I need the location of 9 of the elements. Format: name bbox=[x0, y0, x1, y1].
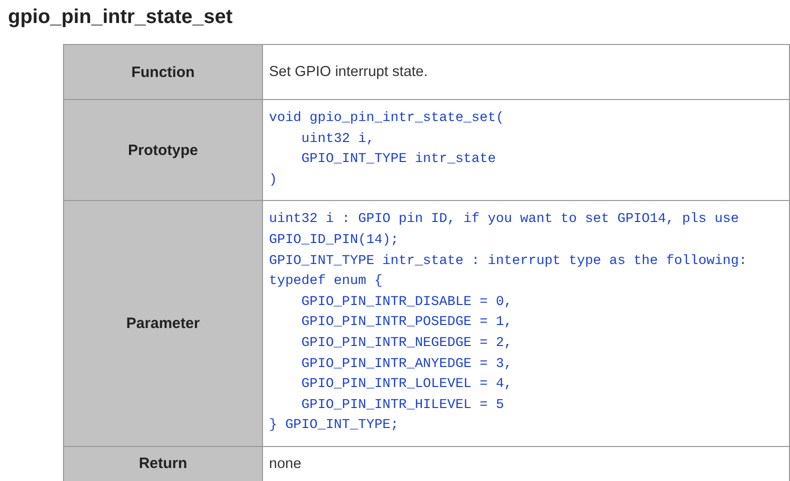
row-header: Function bbox=[64, 44, 262, 100]
code-text: void gpio_pin_intr_state_set( uint32 i, GPIO_INT_TYPE intr_state ) bbox=[269, 110, 505, 190]
description-text: none bbox=[269, 456, 302, 472]
function-heading: gpio_pin_intr_state_set bbox=[7, 5, 234, 30]
description-text: Set GPIO interrupt state. bbox=[269, 64, 428, 80]
row-header: Return bbox=[64, 446, 262, 481]
row-header: Parameter bbox=[64, 200, 262, 446]
code-text: uint32 i : GPIO pin ID, if you want to set GPIO14, pls use GPIO_ID_PIN(14); GPIO_INT_TYPE intr_state : interrupt type as the following: typedef enum { GPIO_PIN_INTR_DISABLE = 0, GPIO_PIN_INTR_POSEDGE = 1, GPIO_PIN_INTR_NEGEDGE = 2, GPIO_PIN_INTR_ANYEDGE = 3, GPIO_PIN_INTR_LOLEVEL = 4, GPIO_PIN_INTR_HILEVEL = 5 } GPIO_INT_TYPE; bbox=[269, 211, 748, 436]
row-header: Prototype bbox=[64, 100, 262, 201]
